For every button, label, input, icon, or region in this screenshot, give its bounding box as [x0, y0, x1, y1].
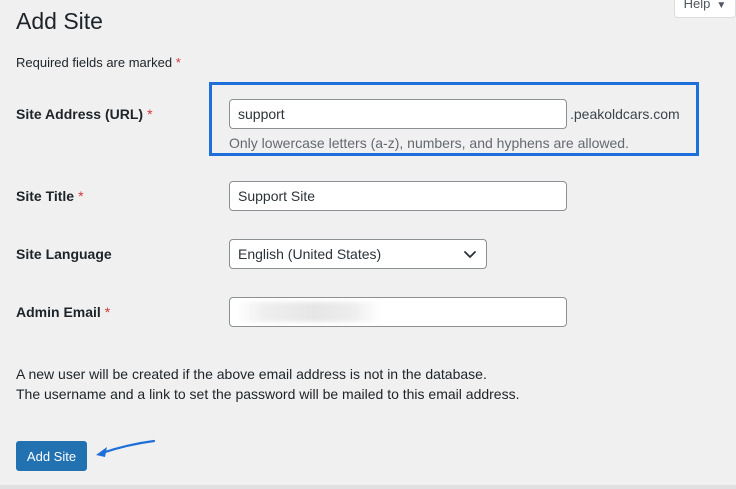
- site-language-label: Site Language: [16, 246, 112, 262]
- domain-suffix: .peakoldcars.com: [570, 106, 680, 122]
- site-language-selected: English (United States): [238, 246, 382, 262]
- help-tab-label: Help: [683, 0, 711, 11]
- password-mail-note: The username and a link to set the passw…: [16, 386, 520, 402]
- site-language-select[interactable]: English (United States): [229, 239, 487, 269]
- bottom-divider: [0, 485, 736, 489]
- page-title: Add Site: [16, 8, 103, 34]
- site-address-label-text: Site Address (URL): [16, 106, 144, 122]
- add-site-button[interactable]: Add Site: [16, 441, 87, 471]
- site-title-label-text: Site Title: [16, 188, 75, 204]
- admin-email-label: Admin Email *: [16, 304, 110, 320]
- chevron-down-icon: [464, 251, 476, 258]
- caret-down-icon: ▼: [716, 0, 727, 11]
- admin-email-label-text: Admin Email: [16, 304, 101, 320]
- required-asterisk: *: [78, 188, 84, 204]
- redacted-email-blur: [236, 302, 381, 322]
- site-address-label: Site Address (URL) *: [16, 106, 153, 122]
- help-tab[interactable]: Help ▼: [674, 0, 736, 18]
- required-asterisk: *: [104, 304, 111, 320]
- required-note-text: Required fields are marked: [16, 55, 173, 70]
- site-language-label-text: Site Language: [16, 246, 112, 262]
- arrow-annotation-icon: [96, 439, 156, 457]
- new-user-note: A new user will be created if the above …: [16, 366, 487, 382]
- site-title-input[interactable]: [229, 181, 567, 211]
- required-fields-note: Required fields are marked *: [16, 55, 181, 70]
- required-asterisk: *: [175, 55, 181, 70]
- site-address-input[interactable]: [229, 99, 567, 129]
- site-address-help: Only lowercase letters (a-z), numbers, a…: [229, 135, 629, 151]
- required-asterisk: *: [147, 106, 153, 122]
- site-title-label: Site Title *: [16, 188, 84, 204]
